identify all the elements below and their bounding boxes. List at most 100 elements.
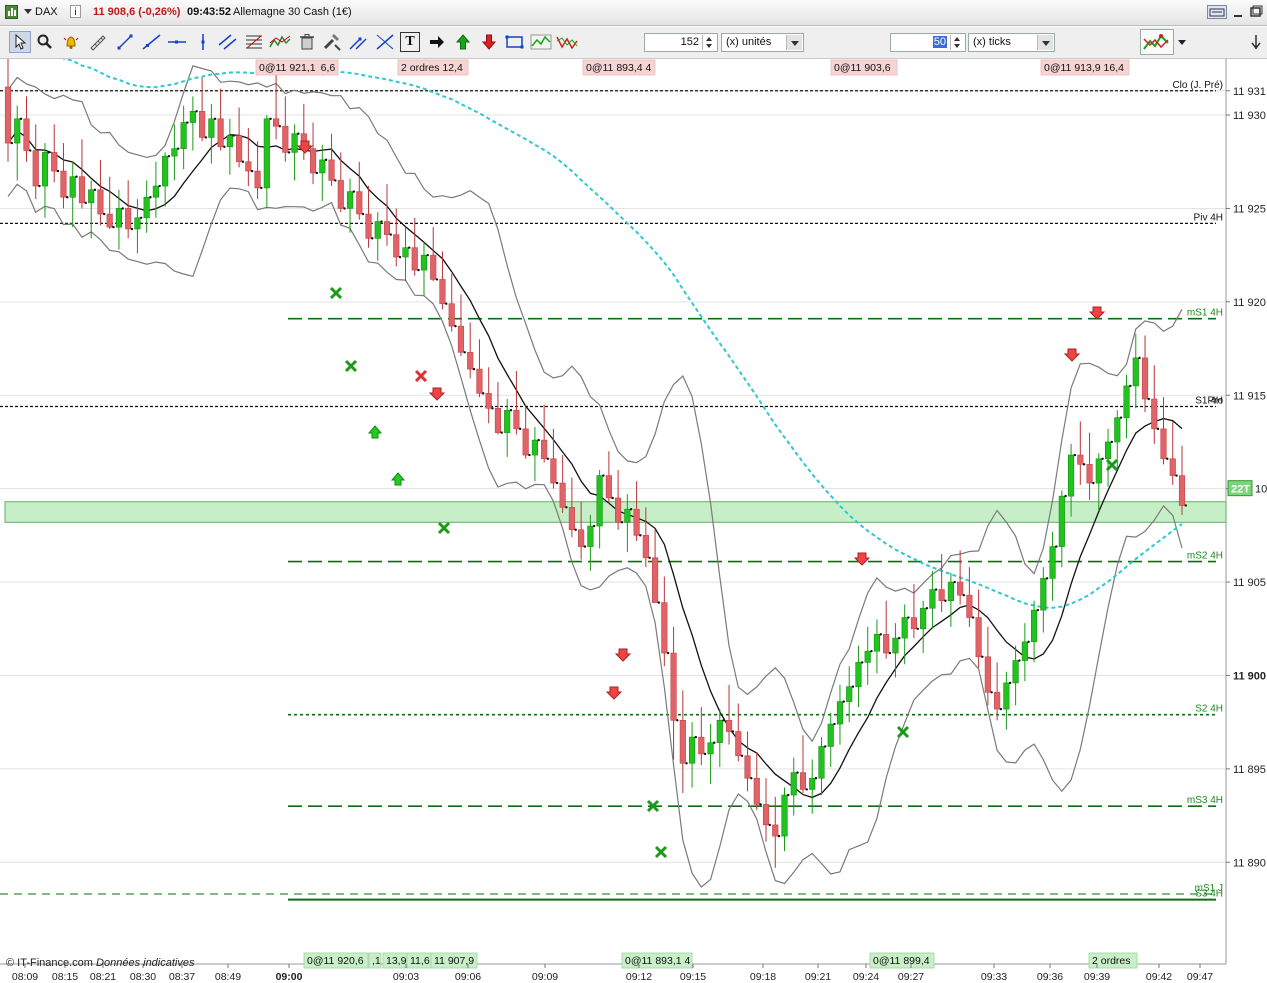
candle-close-dot-51 — [482, 392, 485, 395]
candle-close-dot-54 — [509, 409, 513, 412]
alert-bell-icon[interactable] — [60, 31, 82, 53]
xtick-label-10: 09:12 — [626, 971, 652, 983]
candle-body-63 — [587, 525, 594, 547]
quantity-unit-label: (x) unités — [726, 36, 772, 48]
clock: 09:43:52 — [187, 6, 232, 18]
minimize-icon[interactable] — [1232, 5, 1244, 19]
order-label-bottom-2: 13,9 — [386, 955, 407, 967]
candle-body-84 — [781, 794, 788, 837]
quantity-stepper-arrows-icon[interactable] — [702, 35, 716, 50]
candle-close-dot-5 — [56, 169, 60, 173]
pointer-tool-icon[interactable] — [9, 31, 31, 53]
candle-body-123 — [1141, 357, 1149, 400]
keyboard-icon[interactable] — [1207, 5, 1227, 19]
candle-body-25 — [236, 135, 243, 163]
candle-body-0 — [4, 86, 12, 144]
candle-close-dot-101 — [944, 599, 947, 602]
candle-close-dot-60 — [565, 506, 568, 509]
candle-close-dot-80 — [750, 777, 753, 780]
candle-body-49 — [457, 325, 465, 353]
candle-body-29 — [273, 118, 280, 127]
candle-body-41 — [383, 221, 391, 235]
trendline-icon[interactable] — [114, 31, 136, 53]
candle-close-dot-45 — [426, 253, 429, 257]
ticks-stepper-arrows-icon[interactable] — [950, 35, 964, 50]
candle-body-58 — [541, 439, 548, 460]
candle-close-dot-0 — [10, 141, 13, 145]
quantity-unit-dropdown-icon[interactable] — [786, 35, 802, 50]
ticks-unit-dropdown-icon[interactable] — [1037, 35, 1053, 50]
candle-body-110 — [1021, 641, 1028, 661]
window-menu-caret-icon[interactable] — [24, 9, 32, 14]
candle-body-39 — [365, 213, 372, 239]
sell-arrow-5 — [1063, 348, 1081, 362]
chart-options-dropdown-icon[interactable] — [1175, 31, 1189, 53]
trading-chart-icon[interactable] — [1140, 29, 1174, 55]
candle-close-dot-19 — [186, 121, 189, 124]
candle-close-dot-113 — [1055, 545, 1058, 548]
xtick-label-3: 08:30 — [130, 971, 156, 983]
candle-body-115 — [1067, 454, 1075, 497]
exit-cross-5 — [654, 845, 668, 859]
xtick-label-14: 09:24 — [853, 971, 879, 983]
candle-close-dot-31 — [297, 132, 300, 135]
maximize-icon[interactable] — [1248, 5, 1264, 19]
sell-arrow-6 — [1088, 306, 1106, 320]
quantity-unit-select[interactable]: (x) unités — [721, 33, 804, 52]
info-icon[interactable]: i — [70, 5, 81, 18]
price-chart[interactable]: Clo (J. Pré)Piv 4HmS1 4HS1 4HPromS2 4HS2… — [0, 59, 1267, 983]
ruler-icon[interactable] — [86, 31, 108, 53]
candle-body-53 — [494, 408, 502, 433]
trash-icon[interactable] — [296, 31, 318, 53]
fibonacci-icon[interactable] — [243, 31, 265, 53]
candle-body-33 — [309, 148, 317, 174]
arrow-down-red-icon[interactable] — [478, 31, 500, 53]
rectangle-icon[interactable] — [504, 31, 526, 53]
auto-trend-icon[interactable] — [347, 31, 369, 53]
buy-arrow-0 — [367, 425, 383, 439]
candle-close-dot-73 — [685, 762, 688, 765]
zoom-icon[interactable] — [34, 31, 56, 53]
candle-close-dot-3 — [38, 184, 41, 188]
ray-line-icon[interactable] — [140, 31, 162, 53]
ytick-label-7: 11 900 — [1233, 670, 1266, 682]
panel-toggle-icon[interactable] — [1247, 31, 1265, 53]
ticks-unit-label: (x) ticks — [973, 36, 1011, 48]
candle-close-dot-75 — [703, 752, 707, 756]
sell-arrow-1 — [428, 387, 446, 401]
candle-close-dot-22 — [213, 117, 217, 120]
candle-body-74 — [688, 736, 696, 764]
ticks-unit-select[interactable]: (x) ticks — [968, 33, 1055, 52]
channel-icon[interactable] — [217, 31, 239, 53]
arrow-up-green-icon[interactable] — [452, 31, 474, 53]
ticks-stepper[interactable]: 50 — [890, 33, 966, 52]
indicator-red-icon[interactable] — [556, 31, 578, 53]
candle-body-116 — [1077, 454, 1084, 465]
candle-body-20 — [189, 111, 196, 123]
candle-close-dot-72 — [676, 719, 679, 722]
candle-body-22 — [208, 118, 215, 138]
symbol-label[interactable]: DAX — [35, 6, 58, 18]
pattern-icon[interactable] — [269, 31, 291, 53]
candle-body-120 — [1114, 417, 1121, 443]
candle-close-dot-81 — [759, 803, 762, 806]
text-tool-icon[interactable]: T — [400, 32, 420, 52]
cross-lines-icon[interactable] — [374, 31, 396, 53]
sell-arrow-4 — [853, 552, 871, 566]
quantity-stepper[interactable]: 152 — [644, 33, 718, 52]
candle-close-dot-111 — [1036, 608, 1040, 612]
horizontal-line-icon[interactable] — [166, 31, 188, 53]
candle-body-124 — [1151, 398, 1158, 430]
properties-icon[interactable] — [321, 31, 343, 53]
candle-close-dot-120 — [1119, 416, 1123, 419]
order-label-bottom-7: 2 ordres — [1092, 955, 1131, 967]
arrow-right-icon[interactable] — [426, 31, 448, 53]
indicator-green-icon[interactable] — [530, 31, 552, 53]
ytick-label-suffix-5: 10 — [1255, 484, 1267, 496]
vertical-line-icon[interactable] — [192, 31, 214, 53]
candle-close-dot-25 — [241, 160, 245, 163]
candle-body-45 — [420, 254, 428, 271]
candle-close-dot-70 — [657, 601, 661, 604]
chart-window-icon[interactable] — [5, 5, 18, 19]
candle-body-7 — [69, 176, 76, 198]
